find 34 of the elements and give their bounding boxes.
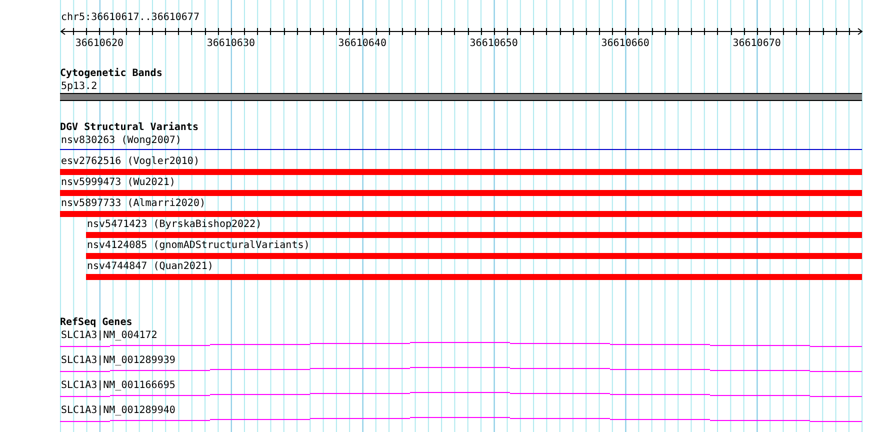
variant-label: esv2762516 (Vogler2010) bbox=[60, 155, 200, 168]
region-label: chr5:36610617..36610677 bbox=[60, 12, 200, 24]
variant-label: nsv830263 (Wong2007) bbox=[60, 134, 182, 147]
cytoband-bar[interactable] bbox=[60, 93, 862, 101]
variant-label: nsv5999473 (Wu2021) bbox=[60, 176, 176, 189]
ruler-tick-label: 36610630 bbox=[206, 38, 255, 49]
gene-line[interactable] bbox=[60, 367, 862, 372]
gene-line[interactable] bbox=[60, 417, 862, 422]
band-label: 5p13.2 bbox=[60, 80, 98, 93]
track-title: RefSeq Genes bbox=[60, 317, 134, 329]
ruler-tick-label: 36610650 bbox=[470, 38, 518, 49]
variant-bar[interactable] bbox=[86, 274, 862, 280]
gene-label: SLC1A3|NM_004172 bbox=[60, 329, 158, 342]
gene-label: SLC1A3|NM_001289939 bbox=[60, 354, 176, 367]
ruler-tick-label: 36610660 bbox=[601, 38, 650, 49]
variant-label: nsv4124085 (gnomADStructuralVariants) bbox=[86, 239, 310, 252]
gene-line[interactable] bbox=[60, 342, 862, 347]
variant-bar[interactable] bbox=[60, 190, 862, 196]
gene-label: SLC1A3|NM_001166695 bbox=[60, 379, 176, 392]
variant-bar[interactable] bbox=[86, 232, 862, 238]
ruler-tick-label: 36610620 bbox=[75, 38, 124, 49]
variant-bar[interactable] bbox=[60, 211, 862, 217]
ruler-tick-label: 36610640 bbox=[338, 38, 386, 49]
gene-line[interactable] bbox=[60, 392, 862, 397]
variant-label: nsv5897733 (Almarri2020) bbox=[60, 197, 206, 210]
variant-bar[interactable] bbox=[60, 169, 862, 175]
gene-label: SLC1A3|NM_001289940 bbox=[60, 404, 176, 417]
variant-bar[interactable] bbox=[86, 253, 862, 259]
track-title: DGV Structural Variants bbox=[60, 122, 200, 134]
ruler-tick-label: 36610670 bbox=[732, 38, 781, 49]
variant-label: nsv4744847 (Quan2021) bbox=[86, 260, 214, 273]
variant-label: nsv5471423 (ByrskaBishop2022) bbox=[86, 218, 262, 231]
track-title: Cytogenetic Bands bbox=[60, 68, 164, 80]
variant-line[interactable] bbox=[60, 149, 862, 150]
